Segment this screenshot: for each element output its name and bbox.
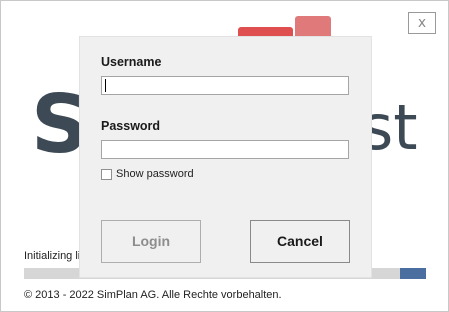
password-label: Password	[101, 119, 161, 133]
status-text: Initializing lic	[24, 250, 86, 262]
login-dialog: Username Password Show password Login Ca…	[80, 37, 371, 277]
show-password-toggle[interactable]: Show password	[101, 168, 194, 180]
cancel-button[interactable]: Cancel	[250, 220, 350, 263]
progress-fill	[400, 268, 426, 279]
show-password-checkbox[interactable]	[101, 168, 112, 180]
text-caret	[105, 79, 106, 92]
show-password-label: Show password	[116, 168, 194, 180]
splash-window: x S st Initializing lic © 2013 - 2022 Si…	[0, 0, 449, 312]
login-button[interactable]: Login	[101, 220, 201, 263]
password-input[interactable]	[101, 140, 349, 159]
username-input[interactable]	[101, 76, 349, 95]
copyright-text: © 2013 - 2022 SimPlan AG. Alle Rechte vo…	[24, 289, 282, 301]
username-label: Username	[101, 55, 162, 69]
close-button[interactable]: x	[408, 12, 436, 34]
